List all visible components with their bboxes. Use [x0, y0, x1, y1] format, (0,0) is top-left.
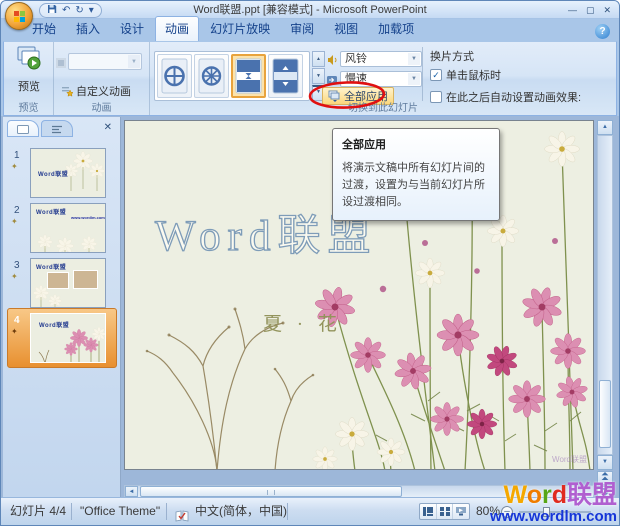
- slide-3-thumbnail[interactable]: Word联盟: [30, 258, 106, 308]
- tab-slides-thumbnails[interactable]: [7, 120, 39, 137]
- vertical-track[interactable]: [597, 135, 613, 455]
- site-watermark: Word联盟 www.wordlm.com: [490, 481, 617, 525]
- slide-sorter-button[interactable]: [437, 504, 454, 519]
- preview-button[interactable]: 预览: [10, 45, 48, 99]
- slide-1-thumbnail[interactable]: Word联盟: [30, 148, 106, 198]
- transition-wheel1[interactable]: [157, 54, 192, 98]
- close-panel-icon[interactable]: ✕: [104, 122, 112, 133]
- minimize-button[interactable]: —: [568, 3, 577, 17]
- gallery-up-icon[interactable]: ▲: [312, 51, 325, 67]
- custom-animation-button[interactable]: 自定义动画: [58, 82, 134, 100]
- transition-speed-icon: [326, 73, 338, 85]
- tab-outline[interactable]: [41, 120, 73, 137]
- horizontal-thumb[interactable]: [140, 486, 402, 497]
- slideshow-button[interactable]: [453, 504, 469, 519]
- slide-thumbnail-row-4[interactable]: 4 ✦ Word联盟: [3, 308, 121, 368]
- office-button[interactable]: [5, 2, 33, 30]
- help-icon[interactable]: ?: [595, 24, 610, 39]
- vertical-thumb[interactable]: [599, 380, 611, 448]
- animation-star-icon[interactable]: ✦: [11, 217, 18, 226]
- close-button[interactable]: ✕: [603, 3, 611, 17]
- group-animation: ▼ 自定义动画 动画: [54, 42, 150, 115]
- slide-corner-watermark: Word联盟: [552, 455, 587, 464]
- spellcheck-icon[interactable]: [175, 505, 189, 525]
- tooltip-body: 将演示文稿中所有幻灯片间的过渡，设置为与当前幻灯片所设过渡相同。: [342, 162, 485, 209]
- gallery-down-icon[interactable]: ▼: [312, 68, 325, 84]
- divider: [71, 503, 72, 520]
- powerpoint-window: ↶ ↻ ▾ Word联盟.ppt [兼容模式] - Microsoft Powe…: [0, 0, 620, 526]
- ribbon-tabs: 开始 插入 设计 动画 幻灯片放映 审阅 视图 加载项: [1, 16, 619, 41]
- slide-subtitle-text[interactable]: 夏 · 花: [263, 309, 342, 336]
- watermark-url: www.wordlm.com: [490, 508, 617, 525]
- animation-star-icon[interactable]: ✦: [11, 327, 18, 336]
- transition-gallery: [154, 51, 310, 101]
- tab-insert[interactable]: 插入: [67, 17, 109, 41]
- chevron-down-icon: ▼: [408, 73, 420, 85]
- slide-thumbnail-row-3[interactable]: 3 ✦ Word联盟: [3, 257, 121, 311]
- normal-view-button[interactable]: [420, 504, 437, 519]
- animate-icon: [56, 55, 66, 73]
- divider: [422, 47, 423, 101]
- transition-sound-icon: [326, 53, 338, 65]
- slide-thumbnail-row-2[interactable]: 2 ✦ Word联盟 www.wordlm.com: [3, 202, 121, 256]
- scroll-down-icon[interactable]: ▼: [597, 455, 613, 470]
- tab-slideshow[interactable]: 幻灯片放映: [201, 17, 279, 41]
- tab-addins[interactable]: 加载项: [369, 17, 423, 41]
- animate-dropdown[interactable]: ▼: [68, 53, 142, 70]
- group-label-animation: 动画: [91, 103, 112, 114]
- divider: [166, 503, 167, 520]
- tab-view[interactable]: 视图: [325, 17, 367, 41]
- divider: [287, 503, 288, 520]
- scroll-up-icon[interactable]: ▲: [597, 120, 613, 135]
- slide-2-thumbnail[interactable]: Word联盟 www.wordlm.com: [30, 203, 106, 253]
- transition-wheel2[interactable]: [194, 54, 229, 98]
- advance-slide-title: 换片方式: [430, 51, 474, 63]
- group-transition: ▲ ▼ ▼ 风铃 ▼ 慢速 ▼ 全部应用 换片方式 ✓ 单击鼠标时 在此之后自动…: [150, 42, 616, 115]
- on-mouse-click-row[interactable]: ✓ 单击鼠标时: [430, 67, 501, 83]
- language-indicator[interactable]: 中文(简体，中国): [195, 498, 287, 525]
- transition-speed-dropdown[interactable]: 慢速 ▼: [340, 71, 422, 87]
- slide-indicator: 幻灯片 4/4: [10, 504, 67, 518]
- thumbnail-photo: [73, 270, 98, 289]
- checkbox-checked-icon[interactable]: ✓: [430, 69, 442, 81]
- theme-name[interactable]: "Office Theme": [80, 498, 160, 525]
- ribbon: 预览 预览 ▼ 自定义动画 动画 ▲ ▼ ▼ 风铃 ▼ 慢速 ▼ 全部应用 换片…: [3, 41, 617, 116]
- tab-animations[interactable]: 动画: [155, 16, 200, 41]
- watermark-logo: Word联盟: [503, 481, 617, 509]
- group-preview: 预览 预览: [4, 42, 54, 115]
- slide-4-thumbnail[interactable]: Word联盟: [30, 313, 106, 363]
- slides-panel: ✕ 1 ✦ Word联盟 2 ✦ Word联盟 www.wordlm.com 3…: [3, 117, 121, 497]
- office-logo-icon: [14, 11, 25, 22]
- chevron-down-icon: ▼: [128, 55, 140, 68]
- chevron-down-icon: ▼: [408, 53, 420, 65]
- outline-tab-icon: [52, 125, 62, 134]
- group-label-transition: 切换到此幻灯片: [348, 103, 418, 114]
- tooltip-title: 全部应用: [342, 139, 386, 151]
- grip: [267, 490, 275, 495]
- double-up-icon: [601, 472, 609, 480]
- group-label-preview: 预览: [18, 103, 39, 114]
- transition-wipe[interactable]: [268, 54, 303, 98]
- scroll-left-icon[interactable]: ◄: [125, 486, 138, 497]
- vertical-scrollbar: ▲ ▼: [597, 120, 613, 499]
- slides-tab-icon: [17, 125, 29, 134]
- animation-star-icon[interactable]: ✦: [11, 272, 18, 281]
- workspace: ✕ 1 ✦ Word联盟 2 ✦ Word联盟 www.wordlm.com 3…: [1, 116, 619, 499]
- transition-sound-dropdown[interactable]: 风铃 ▼: [340, 51, 422, 67]
- tab-design[interactable]: 设计: [111, 17, 153, 41]
- animation-star-icon[interactable]: ✦: [11, 162, 18, 171]
- custom-animation-icon: [62, 87, 73, 97]
- transition-split-selected[interactable]: [231, 54, 266, 98]
- maximize-button[interactable]: ▢: [586, 3, 595, 17]
- view-buttons: [419, 503, 470, 520]
- tab-review[interactable]: 审阅: [281, 17, 323, 41]
- thumbnail-photo: [47, 272, 69, 289]
- apply-to-all-tooltip: 全部应用 将演示文稿中所有幻灯片间的过渡，设置为与当前幻灯片所设过渡相同。: [332, 128, 500, 222]
- preview-icon: [17, 46, 41, 70]
- slide-thumbnail-row-1[interactable]: 1 ✦ Word联盟: [3, 147, 121, 201]
